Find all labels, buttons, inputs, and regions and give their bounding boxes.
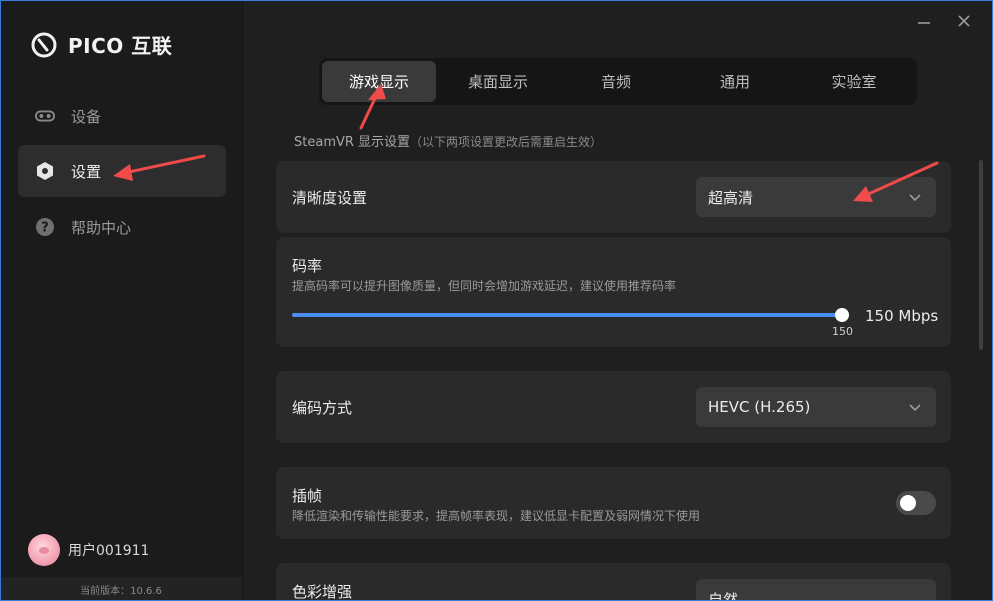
clarity-setting-card: 清晰度设置 超高清 — [276, 161, 951, 233]
version-label: 当前版本：10.6.6 — [0, 577, 242, 601]
tab-game-display[interactable]: 游戏显示 — [322, 61, 436, 102]
sidebar-item-settings[interactable]: 设置 — [18, 145, 226, 197]
sidebar-item-devices[interactable]: 设备 — [18, 90, 226, 142]
color-enhancement-select[interactable]: 自然 — [696, 579, 936, 601]
sidebar-item-help[interactable]: ? 帮助中心 — [18, 201, 226, 253]
svg-text:?: ? — [41, 221, 49, 236]
sidebar: PICO 互联 设备 设置 ? 帮助中心 用户001911 当前版本：10.6.… — [0, 0, 243, 601]
bitrate-title: 码率 — [292, 257, 323, 275]
clarity-select[interactable]: 超高清 — [696, 177, 936, 217]
encoding-title: 编码方式 — [292, 399, 353, 417]
help-circle-icon: ? — [35, 217, 55, 237]
sidebar-item-label: 设备 — [71, 107, 102, 126]
user-profile[interactable]: 用户001911 — [28, 534, 149, 566]
bitrate-tick-label: 150 — [832, 325, 853, 338]
chevron-down-icon — [909, 194, 921, 202]
encoding-select-value: HEVC (H.265) — [708, 398, 811, 416]
chevron-down-icon — [909, 404, 921, 412]
logo-text: PICO 互联 — [68, 34, 173, 58]
minimize-icon — [918, 22, 930, 24]
close-button[interactable] — [953, 10, 975, 32]
username: 用户001911 — [68, 543, 150, 559]
encoding-setting-card: 编码方式 HEVC (H.265) — [276, 371, 951, 443]
bitrate-description: 提高码率可以提升图像质量，但同时会增加游戏延迟，建议使用推荐码率 — [292, 279, 677, 293]
tab-general[interactable]: 通用 — [678, 61, 792, 102]
tab-desktop-display[interactable]: 桌面显示 — [441, 61, 555, 102]
section-title: SteamVR 显示设置（以下两项设置更改后需重启生效） — [294, 131, 602, 150]
color-enhancement-value: 自然 — [708, 590, 739, 601]
color-enhancement-title: 色彩增强 — [292, 583, 353, 601]
close-icon — [958, 15, 970, 27]
minimize-button[interactable] — [913, 10, 935, 32]
frame-interpolation-description: 降低渲染和传输性能要求，提高帧率表现，建议低显卡配置及弱网情况下使用 — [292, 509, 701, 523]
scrollbar[interactable] — [979, 160, 983, 350]
settings-hex-icon — [35, 161, 55, 181]
sidebar-item-label: 设置 — [71, 162, 102, 181]
clarity-title: 清晰度设置 — [292, 189, 368, 207]
sidebar-item-label: 帮助中心 — [71, 218, 132, 237]
tab-bar: 游戏显示 桌面显示 音频 通用 实验室 — [319, 58, 917, 105]
frame-interpolation-card: 插帧 降低渲染和传输性能要求，提高帧率表现，建议低显卡配置及弱网情况下使用 — [276, 467, 951, 539]
bitrate-slider-thumb[interactable] — [835, 308, 849, 322]
vr-goggles-icon — [35, 106, 55, 126]
tab-lab[interactable]: 实验室 — [797, 61, 911, 102]
bitrate-slider-fill — [292, 313, 842, 317]
frame-interpolation-title: 插帧 — [292, 487, 323, 505]
section-note: （以下两项设置更改后需重启生效） — [410, 135, 603, 149]
pico-logo-icon — [31, 32, 57, 57]
bitrate-slider[interactable] — [292, 308, 849, 322]
frame-interpolation-toggle[interactable] — [896, 491, 936, 515]
bitrate-value: 150 Mbps — [865, 307, 939, 325]
color-enhancement-card: 色彩增强 自然 — [276, 563, 951, 601]
avatar — [28, 534, 60, 566]
section-title-text: SteamVR 显示设置 — [294, 135, 411, 150]
tab-audio[interactable]: 音频 — [559, 61, 673, 102]
pico-logo: PICO 互联 — [30, 30, 172, 59]
clarity-select-value: 超高清 — [708, 188, 754, 207]
encoding-select[interactable]: HEVC (H.265) — [696, 387, 936, 427]
toggle-knob — [900, 495, 916, 511]
bitrate-setting-card: 码率 提高码率可以提升图像质量，但同时会增加游戏延迟，建议使用推荐码率 150 … — [276, 237, 951, 347]
